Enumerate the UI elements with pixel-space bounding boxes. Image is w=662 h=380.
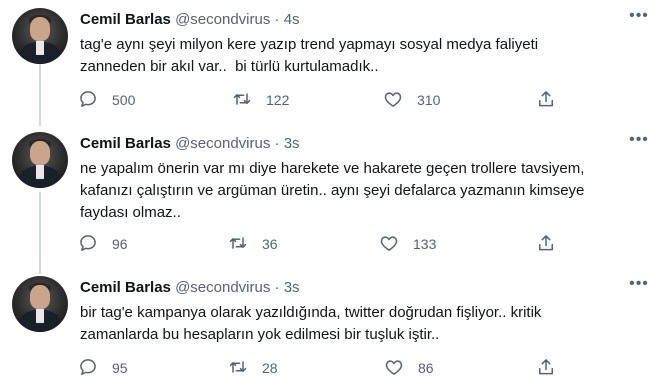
share-icon	[536, 89, 556, 112]
author-handle[interactable]: @secondvirus	[175, 11, 270, 28]
tweet-timestamp[interactable]: 4s	[284, 11, 300, 28]
tweet-actions: 96 36 133	[78, 232, 558, 256]
reply-button[interactable]: 95	[78, 356, 128, 380]
like-icon	[379, 233, 399, 256]
tweet-header: Cemil Barlas @secondvirus · 3s	[80, 278, 300, 298]
avatar[interactable]	[12, 132, 68, 188]
tweet[interactable]: Cemil Barlas @secondvirus · 3s ••• ne ya…	[0, 132, 662, 264]
separator-dot: ·	[274, 279, 280, 296]
author-name[interactable]: Cemil Barlas	[80, 279, 171, 296]
separator-dot: ·	[274, 11, 280, 28]
tweet-text: tag'e aynı şeyi milyon kere yazıp trend …	[80, 36, 539, 75]
reply-icon	[78, 89, 98, 112]
tweet-actions: 95 28 86	[78, 356, 558, 380]
like-count: 133	[413, 236, 437, 252]
tweet-timestamp[interactable]: 3s	[284, 135, 300, 152]
retweet-button[interactable]: 28	[228, 356, 278, 380]
share-button[interactable]	[536, 356, 556, 380]
like-icon	[383, 89, 403, 112]
retweet-button[interactable]: 122	[232, 88, 289, 112]
retweet-count: 122	[266, 92, 290, 108]
like-button[interactable]: 86	[384, 356, 434, 380]
retweet-icon	[228, 357, 248, 380]
like-button[interactable]: 310	[383, 88, 440, 112]
reply-count: 500	[112, 92, 136, 108]
retweet-count: 28	[262, 360, 278, 376]
separator-dot: ·	[274, 135, 280, 152]
share-icon	[536, 357, 556, 380]
like-icon	[384, 357, 404, 380]
like-count: 310	[417, 92, 441, 108]
reply-button[interactable]: 500	[78, 88, 135, 112]
author-name[interactable]: Cemil Barlas	[80, 135, 171, 152]
retweet-icon	[232, 89, 252, 112]
reply-count: 96	[112, 236, 128, 252]
more-icon[interactable]: •••	[627, 8, 651, 30]
tweet[interactable]: Cemil Barlas @secondvirus · 3s ••• bir t…	[0, 276, 662, 380]
reply-icon	[78, 357, 98, 380]
tweet-timestamp[interactable]: 3s	[284, 279, 300, 296]
tweet-header: Cemil Barlas @secondvirus · 3s	[80, 134, 300, 154]
retweet-button[interactable]: 36	[228, 232, 278, 256]
retweet-count: 36	[262, 236, 278, 252]
share-icon	[536, 233, 556, 256]
tweet[interactable]: Cemil Barlas @secondvirus · 4s ••• tag'e…	[0, 8, 662, 120]
like-count: 86	[418, 360, 434, 376]
retweet-icon	[228, 233, 248, 256]
tweet-text: bir tag'e kampanya olarak yazıldığında, …	[80, 304, 542, 343]
avatar[interactable]	[12, 276, 68, 332]
share-button[interactable]	[536, 88, 556, 112]
more-icon[interactable]: •••	[627, 132, 651, 154]
share-button[interactable]	[536, 232, 556, 256]
reply-icon	[78, 233, 98, 256]
tweet-text: ne yapalım önerin var mı diye harekete v…	[80, 160, 585, 221]
tweet-header: Cemil Barlas @secondvirus · 4s	[80, 10, 300, 30]
like-button[interactable]: 133	[379, 232, 436, 256]
author-name[interactable]: Cemil Barlas	[80, 11, 171, 28]
tweet-actions: 500 122 310	[78, 88, 558, 112]
reply-button[interactable]: 96	[78, 232, 128, 256]
reply-count: 95	[112, 360, 128, 376]
author-handle[interactable]: @secondvirus	[175, 135, 270, 152]
tweet-thread: Cemil Barlas @secondvirus · 4s ••• tag'e…	[0, 0, 662, 380]
avatar[interactable]	[12, 8, 68, 64]
author-handle[interactable]: @secondvirus	[175, 279, 270, 296]
more-icon[interactable]: •••	[627, 276, 651, 298]
